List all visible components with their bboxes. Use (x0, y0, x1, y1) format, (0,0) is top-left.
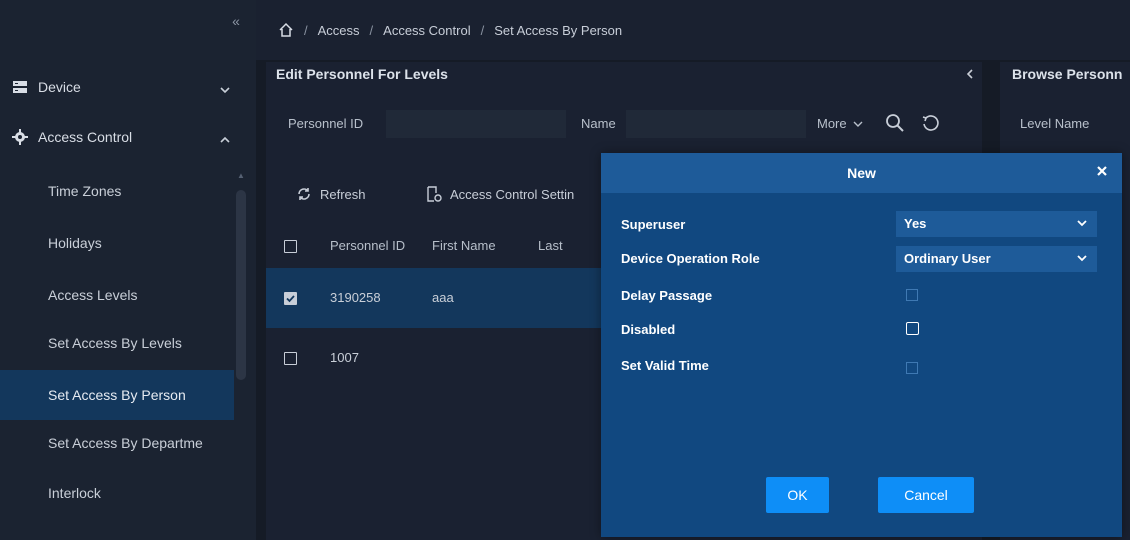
level-name-label: Level Name (1020, 116, 1090, 131)
search-bar: Personnel ID Name More (276, 102, 982, 148)
cell-personnel-id: 3190258 (330, 290, 381, 305)
chevron-down-icon (220, 81, 230, 97)
row-checkbox-checked[interactable] (284, 292, 297, 305)
panel-collapse-icon[interactable] (966, 66, 974, 82)
set-valid-time-checkbox (906, 362, 918, 374)
breadcrumb-separator: / (480, 22, 485, 38)
column-personnel-id[interactable]: Personnel ID (330, 238, 405, 253)
personnel-id-input[interactable] (386, 110, 566, 138)
access-control-settings-button[interactable]: Access Control Settin (426, 186, 574, 202)
personnel-id-label: Personnel ID (288, 116, 364, 131)
new-dialog: New Superuser Yes Device Operation Role … (601, 153, 1122, 537)
breadcrumb-set-access-by-person: Set Access By Person (494, 22, 623, 38)
sidebar-item-label: Time Zones (48, 183, 122, 199)
device-operation-role-value: Ordinary User (904, 251, 991, 266)
reset-icon[interactable] (920, 112, 944, 136)
ok-button[interactable]: OK (766, 477, 829, 513)
sidebar-group-access-control[interactable]: Access Control (0, 114, 248, 160)
chevron-down-icon (1077, 246, 1087, 272)
sidebar-item-holidays[interactable]: Holidays (0, 218, 234, 268)
refresh-button[interactable]: Refresh (296, 186, 366, 202)
device-icon (12, 79, 28, 95)
sidebar-item-time-zones[interactable]: Time Zones (0, 166, 234, 216)
sidebar-item-label: Set Access By Levels (48, 335, 182, 351)
right-panel-title: Browse Personn (1012, 66, 1123, 82)
sidebar-item-label: Set Access By Departme (48, 435, 203, 451)
sidebar: « Device Access Control Time Zones Holid… (0, 0, 256, 540)
disabled-checkbox[interactable] (906, 322, 919, 335)
select-all-checkbox[interactable] (284, 240, 297, 253)
collapse-sidebar-icon[interactable]: « (225, 10, 247, 32)
dialog-body: Superuser Yes Device Operation Role Ordi… (601, 193, 1122, 537)
chevron-down-icon (1077, 211, 1087, 237)
row-checkbox[interactable] (284, 352, 297, 365)
column-last-name[interactable]: Last (538, 238, 563, 253)
more-filters-button[interactable]: More (817, 116, 863, 131)
breadcrumb: / Access / Access Control / Set Access B… (256, 0, 1130, 60)
name-label: Name (581, 116, 616, 131)
sidebar-item-set-access-by-department[interactable]: Set Access By Departme (0, 418, 234, 468)
superuser-label: Superuser (621, 217, 686, 232)
gear-icon (12, 129, 28, 145)
sidebar-scroll-thumb[interactable] (236, 190, 246, 380)
device-operation-role-label: Device Operation Role (621, 251, 760, 266)
sidebar-item-label: Set Access By Person (48, 387, 186, 403)
chevron-down-icon (853, 116, 863, 131)
superuser-value: Yes (904, 216, 927, 231)
panel-title: Edit Personnel For Levels (276, 66, 448, 82)
column-first-name[interactable]: First Name (432, 238, 496, 253)
dialog-title: New (847, 165, 876, 181)
device-operation-role-select[interactable]: Ordinary User (896, 246, 1097, 272)
breadcrumb-separator: / (369, 22, 374, 38)
breadcrumb-access-control[interactable]: Access Control (383, 23, 470, 38)
cell-first-name: aaa (432, 290, 454, 305)
delay-passage-label: Delay Passage (621, 288, 713, 303)
more-label: More (817, 116, 847, 131)
access-settings-label: Access Control Settin (450, 186, 575, 202)
set-valid-time-label: Set Valid Time (621, 358, 709, 373)
sidebar-item-interlock[interactable]: Interlock (0, 468, 234, 518)
settings-doc-icon (426, 186, 450, 202)
breadcrumb-separator: / (304, 22, 308, 38)
sidebar-group-device[interactable]: Device (0, 64, 248, 110)
sidebar-item-set-access-by-person[interactable]: Set Access By Person (0, 370, 234, 420)
sidebar-item-access-levels[interactable]: Access Levels (0, 270, 234, 320)
breadcrumb-access[interactable]: Access (318, 23, 360, 38)
disabled-label: Disabled (621, 322, 676, 337)
cell-personnel-id: 1007 (330, 350, 359, 365)
superuser-select[interactable]: Yes (896, 211, 1097, 237)
cancel-button[interactable]: Cancel (878, 477, 974, 513)
sidebar-item-label: Interlock (48, 485, 101, 501)
scroll-up-icon[interactable]: ▲ (237, 172, 245, 180)
sidebar-item-label: Access Levels (48, 287, 138, 303)
refresh-label: Refresh (320, 186, 366, 202)
close-icon[interactable] (1096, 165, 1108, 181)
sidebar-group-label: Access Control (38, 129, 133, 145)
sidebar-group-label: Device (38, 79, 81, 95)
dialog-header: New (601, 153, 1122, 193)
name-input[interactable] (626, 110, 806, 138)
delay-passage-checkbox (906, 289, 918, 301)
search-icon[interactable] (884, 112, 908, 136)
sidebar-item-set-access-by-levels[interactable]: Set Access By Levels (0, 318, 234, 368)
refresh-icon (296, 186, 320, 202)
app-window: « Device Access Control Time Zones Holid… (0, 0, 1130, 540)
chevron-up-icon (220, 131, 230, 147)
sidebar-item-label: Holidays (48, 235, 102, 251)
home-icon[interactable] (278, 22, 294, 38)
